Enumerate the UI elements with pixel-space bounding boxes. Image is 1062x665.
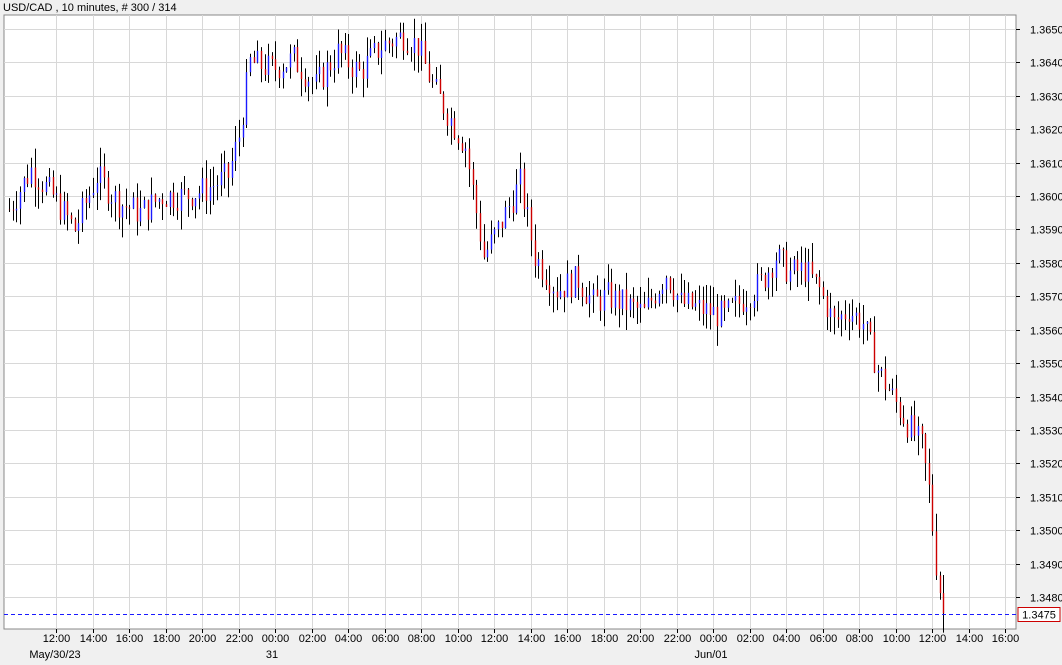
x-tick-label: 08:00 <box>846 633 874 645</box>
last-price-label: 1.3475 <box>1022 610 1056 622</box>
y-tick-label: 1.3600 <box>1030 192 1062 204</box>
y-tick-label: 1.3650 <box>1030 25 1062 37</box>
x-tick-label: 02:00 <box>299 633 327 645</box>
x-tick-label: 20:00 <box>627 633 655 645</box>
x-tick-label: 22:00 <box>226 633 254 645</box>
plot-area <box>4 15 1016 629</box>
x-tick-label: 14:00 <box>518 633 546 645</box>
x-tick-label: 18:00 <box>153 633 181 645</box>
y-tick-label: 1.3500 <box>1030 526 1062 538</box>
y-tick-label: 1.3510 <box>1030 493 1062 505</box>
x-tick-label: 00:00 <box>262 633 290 645</box>
y-tick-label: 1.3540 <box>1030 393 1062 405</box>
y-tick-label: 1.3550 <box>1030 359 1062 371</box>
x-tick-label: 16:00 <box>554 633 582 645</box>
x-tick-label: 10:00 <box>445 633 473 645</box>
x-tick-label: 02:00 <box>737 633 765 645</box>
y-tick-label: 1.3580 <box>1030 259 1062 271</box>
y-tick-label: 1.3590 <box>1030 225 1062 237</box>
x-tick-label: 00:00 <box>700 633 728 645</box>
x-tick-label: 04:00 <box>773 633 801 645</box>
x-axis: 12:00 14:00 16:00 18:00 20:00 22:00 00:00 02:00… <box>29 629 1019 661</box>
y-tick-label: 1.3480 <box>1030 593 1062 605</box>
x-tick-label: 04:00 <box>335 633 363 645</box>
x-tick-label: 16:00 <box>992 633 1020 645</box>
y-tick-label: 1.3490 <box>1030 560 1062 572</box>
x-tick-label: 20:00 <box>189 633 217 645</box>
x-tick-label: 14:00 <box>956 633 984 645</box>
x-tick-label: 08:00 <box>408 633 436 645</box>
date-label: Jun/01 <box>694 649 727 661</box>
y-tick-label: 1.3610 <box>1030 159 1062 171</box>
x-tick-label: 16:00 <box>116 633 144 645</box>
date-label: May/30/23 <box>29 649 80 661</box>
x-tick-label: 06:00 <box>810 633 838 645</box>
x-tick-label: 12:00 <box>481 633 509 645</box>
x-tick-label: 12:00 <box>43 633 71 645</box>
ohlc-chart: 1.3480 1.3490 1.3500 1.3510 1.3520 1.3530 1.35… <box>0 0 1062 665</box>
x-tick-label: 06:00 <box>372 633 400 645</box>
y-tick-label: 1.3630 <box>1030 92 1062 104</box>
y-tick-label: 1.3560 <box>1030 326 1062 338</box>
y-tick-label: 1.3520 <box>1030 459 1062 471</box>
x-tick-label: 18:00 <box>591 633 619 645</box>
x-tick-label: 14:00 <box>80 633 108 645</box>
y-axis: 1.3480 1.3490 1.3500 1.3510 1.3520 1.3530 1.35… <box>1016 25 1062 605</box>
y-tick-label: 1.3640 <box>1030 58 1062 70</box>
chart-title: USD/CAD , 10 minutes, # 300 / 314 <box>3 2 177 14</box>
y-tick-label: 1.3570 <box>1030 292 1062 304</box>
y-tick-label: 1.3530 <box>1030 426 1062 438</box>
y-tick-label: 1.3620 <box>1030 125 1062 137</box>
x-tick-label: 12:00 <box>919 633 947 645</box>
x-tick-label: 22:00 <box>664 633 692 645</box>
date-label: 31 <box>266 649 278 661</box>
x-tick-label: 10:00 <box>883 633 911 645</box>
